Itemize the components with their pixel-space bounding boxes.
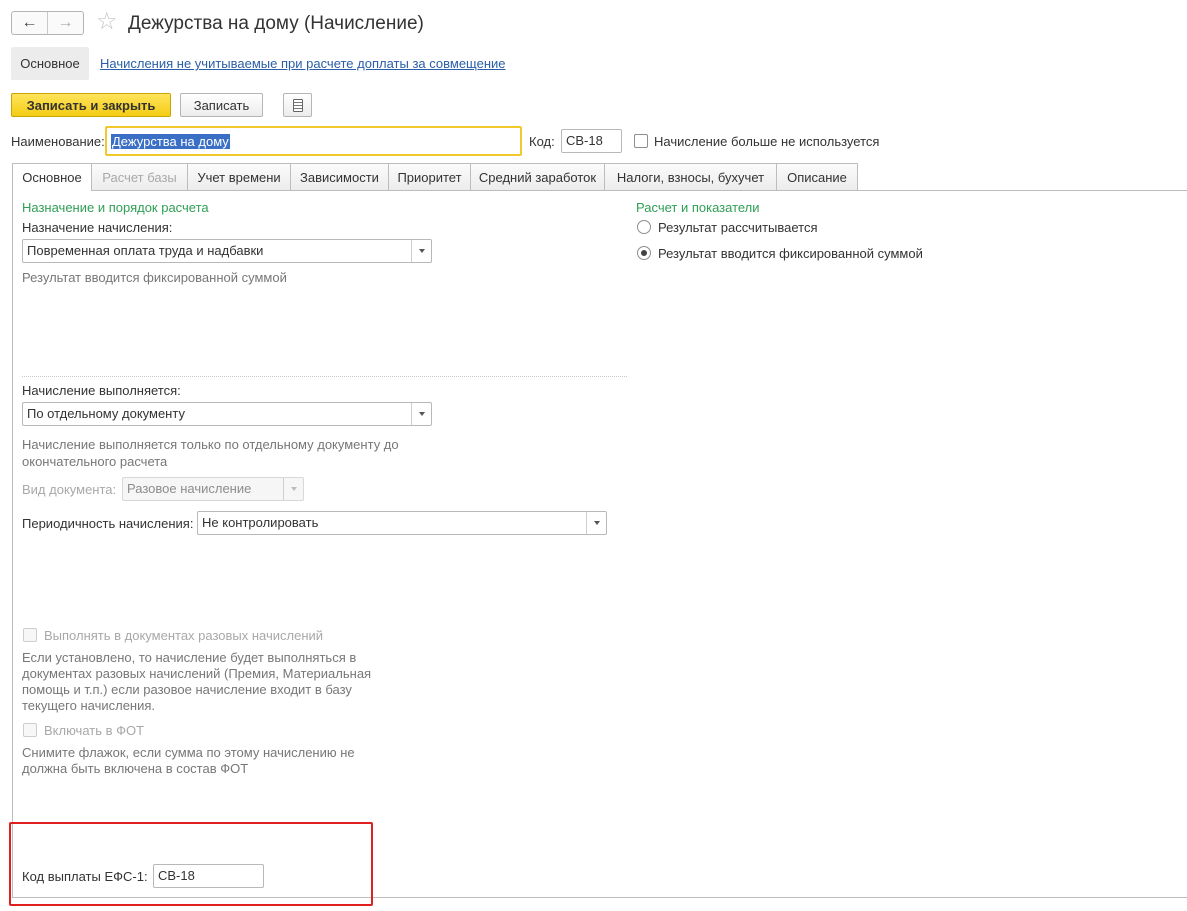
code-input[interactable]: СВ-18 [561,129,622,153]
fot-hint-line-1: Снимите флажок, если сумма по этому начи… [22,745,355,760]
execution-label: Начисление выполняется: [22,383,181,398]
more-actions-button[interactable] [283,93,312,117]
execution-select[interactable]: По отдельному документу [22,402,432,426]
unused-checkbox[interactable] [634,134,648,148]
execution-select-value: По отдельному документу [27,406,185,421]
radio-selected-dot [641,250,647,256]
radio-result-calculated[interactable] [637,220,651,234]
name-input[interactable]: Дежурства на дому [105,126,522,156]
back-button[interactable]: ← [12,12,48,34]
tab-panel [12,190,1187,898]
one-time-docs-checkbox [23,628,37,642]
execution-hint-line-1: Начисление выполняется только по отдельн… [22,437,399,452]
periodicity-label: Периодичность начисления: [22,516,194,531]
dropdown-arrow-icon[interactable] [411,240,431,262]
dropdown-arrow-icon[interactable] [586,512,606,534]
dropdown-arrow-icon[interactable] [411,403,431,425]
purpose-label: Назначение начисления: [22,220,173,235]
tab-dependencies[interactable]: Зависимости [290,163,389,190]
tab-priority[interactable]: Приоритет [388,163,471,190]
tab-average-earnings[interactable]: Средний заработок [470,163,605,190]
radio-result-fixed-label: Результат вводится фиксированной суммой [658,246,923,261]
radio-result-calculated-label: Результат рассчитывается [658,220,818,235]
code-label: Код: [529,134,555,149]
purpose-select-value: Повременная оплата труда и надбавки [27,243,264,258]
periodicity-select[interactable]: Не контролировать [197,511,607,535]
section-title-purpose: Назначение и порядок расчета [22,200,209,215]
tab-taxes-accounting[interactable]: Налоги, взносы, бухучет [604,163,777,190]
doc-type-label: Вид документа: [22,482,117,497]
one-time-hint-line-4: текущего начисления. [22,698,156,713]
top-nav-link-excluded-accruals[interactable]: Начисления не учитываемые при расчете до… [100,55,506,72]
efs-code-input[interactable]: СВ-18 [153,864,264,888]
page-title: Дежурства на дому (Начисление) [128,13,424,34]
tab-description[interactable]: Описание [776,163,858,190]
tab-time-tracking[interactable]: Учет времени [187,163,291,190]
purpose-select[interactable]: Повременная оплата труда и надбавки [22,239,432,263]
tab-base-calculation[interactable]: Расчет базы [91,163,188,190]
name-input-value: Дежурства на дому [111,134,230,149]
save-and-close-button[interactable]: Записать и закрыть [11,93,171,117]
name-label: Наименование: [11,134,105,149]
section-title-calculation: Расчет и показатели [636,200,760,215]
one-time-docs-label: Выполнять в документах разовых начислени… [44,628,324,643]
one-time-hint-line-3: помощь и т.п.) если разовое начисление в… [22,682,352,697]
doc-type-select: Разовое начисление [122,477,304,501]
one-time-hint-line-1: Если установлено, то начисление будет вы… [22,650,357,665]
efs-code-label: Код выплаты ЕФС-1: [22,869,148,884]
radio-result-fixed[interactable] [637,246,651,260]
include-fot-label: Включать в ФОТ [44,723,145,738]
document-list-icon [292,98,303,112]
nav-group: ← → [11,11,84,35]
top-nav-main[interactable]: Основное [11,47,89,80]
tab-main[interactable]: Основное [12,163,92,191]
purpose-hint: Результат вводится фиксированной суммой [22,270,287,285]
arrow-right-icon: → [57,14,74,31]
include-fot-checkbox [23,723,37,737]
doc-type-select-value: Разовое начисление [127,481,252,496]
star-outline-icon[interactable]: ☆ [96,9,118,35]
tab-bar: Основное Расчет базы Учет времени Зависи… [12,163,858,191]
arrow-left-icon: ← [21,14,38,31]
periodicity-select-value: Не контролировать [202,515,319,530]
one-time-hint-line-2: документах разовых начислений (Премия, М… [22,666,372,681]
fot-hint-line-2: должна быть включена в состав ФОТ [22,761,249,776]
section-divider [22,376,627,377]
execution-hint-line-2: окончательного расчета [22,454,168,469]
forward-button[interactable]: → [48,12,83,34]
dropdown-arrow-icon [283,478,303,500]
unused-label: Начисление больше не используется [654,134,880,149]
save-button[interactable]: Записать [180,93,263,117]
